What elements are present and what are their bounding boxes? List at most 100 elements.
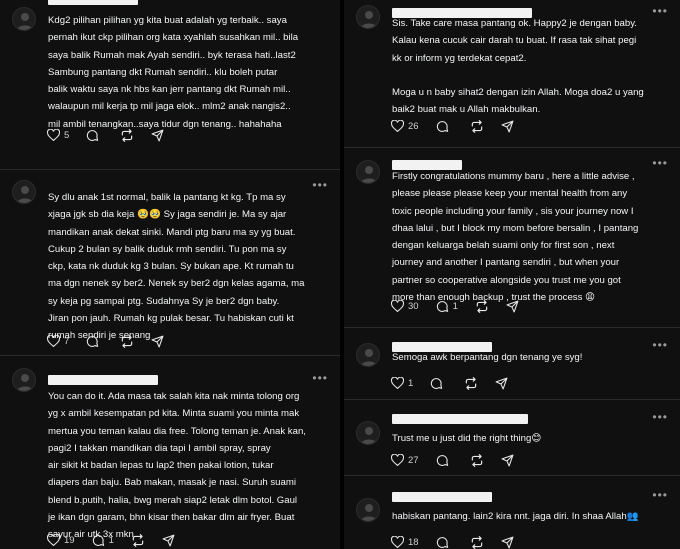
action-bar: 30 1	[391, 298, 536, 314]
reply-count: 1	[452, 300, 458, 312]
reply-post-4: ••• Sis. Take care masa pantang ok. Happ…	[344, 0, 680, 148]
reply-button[interactable]	[436, 120, 453, 133]
send-icon	[151, 335, 164, 347]
like-count: 7	[64, 335, 70, 347]
comment-icon	[436, 120, 448, 132]
avatar[interactable]	[356, 5, 380, 29]
share-button[interactable]	[506, 300, 519, 313]
repost-button[interactable]	[131, 533, 145, 547]
share-button[interactable]	[162, 534, 175, 547]
send-icon	[151, 129, 164, 141]
more-options-button[interactable]: •••	[652, 489, 668, 501]
reply-post-3: ••• You can do it. Ada masa tak salah ki…	[0, 356, 340, 549]
repost-button[interactable]	[464, 376, 478, 390]
share-button[interactable]	[495, 377, 508, 390]
post-text: Sis. Take care masa pantang ok. Happy2 j…	[392, 18, 644, 116]
user-placeholder-icon	[17, 186, 33, 203]
like-count: 30	[408, 300, 419, 312]
like-count: 19	[64, 534, 75, 546]
comment-icon	[431, 377, 443, 389]
avatar[interactable]	[356, 421, 380, 445]
reply-post-1: ••• Kdg2 pilihan pilihan yg kita buat ad…	[0, 0, 340, 170]
more-options-button[interactable]: •••	[312, 372, 328, 384]
like-count: 27	[408, 454, 419, 466]
like-button[interactable]: 7	[47, 335, 69, 347]
reply-count: 1	[108, 534, 114, 546]
user-placeholder-icon	[361, 504, 377, 521]
like-button[interactable]: 26	[391, 120, 419, 132]
repost-icon	[466, 376, 477, 390]
like-button[interactable]: 27	[391, 454, 419, 466]
comment-icon	[87, 129, 99, 141]
like-button[interactable]: 30	[391, 300, 419, 312]
action-bar: 7	[47, 333, 181, 349]
repost-icon	[471, 453, 482, 467]
repost-icon	[122, 334, 133, 348]
username-redacted[interactable]	[48, 375, 158, 385]
avatar[interactable]	[12, 180, 36, 204]
username-redacted[interactable]	[392, 492, 492, 502]
share-button[interactable]	[501, 536, 514, 549]
user-placeholder-icon	[361, 166, 377, 183]
send-icon	[501, 120, 514, 132]
comment-icon	[436, 454, 448, 466]
user-placeholder-icon	[361, 349, 377, 366]
heart-icon	[391, 300, 404, 312]
repost-icon	[471, 119, 482, 133]
share-button[interactable]	[151, 335, 164, 348]
avatar[interactable]	[12, 7, 36, 31]
send-icon	[501, 536, 514, 548]
heart-icon	[391, 377, 404, 389]
reply-post-2: ••• Sy dlu anak 1st normal, balik la pan…	[0, 170, 340, 356]
repost-button[interactable]	[470, 453, 484, 467]
repost-icon	[132, 533, 144, 547]
like-count: 5	[64, 129, 70, 141]
reply-button[interactable]	[436, 454, 453, 467]
more-options-button[interactable]: •••	[312, 0, 328, 4]
repost-button[interactable]	[475, 299, 489, 313]
reply-button[interactable]	[436, 536, 453, 549]
repost-button[interactable]	[470, 119, 484, 133]
heart-icon	[47, 129, 60, 141]
post-text: habiskan pantang. lain2 kira nnt. jaga d…	[392, 511, 639, 522]
avatar[interactable]	[12, 368, 36, 392]
username-redacted[interactable]	[48, 0, 138, 5]
share-button[interactable]	[151, 129, 164, 142]
repost-button[interactable]	[470, 535, 484, 549]
reply-button[interactable]	[86, 335, 103, 348]
reply-button[interactable]: 1	[436, 300, 458, 313]
reply-button[interactable]	[86, 129, 103, 142]
send-icon	[495, 377, 508, 389]
heart-icon	[391, 536, 404, 548]
like-count: 26	[408, 120, 419, 132]
send-icon	[162, 534, 175, 546]
heart-icon	[47, 534, 60, 546]
avatar[interactable]	[356, 498, 380, 522]
comment-icon	[87, 335, 99, 347]
post-text: Semoga awk berpantang dgn tenang ye syg!	[392, 352, 583, 363]
repost-button[interactable]	[120, 128, 134, 142]
more-options-button[interactable]: •••	[652, 157, 668, 169]
send-icon	[501, 454, 514, 466]
like-button[interactable]: 18	[391, 536, 419, 548]
like-button[interactable]: 1	[391, 377, 413, 389]
user-placeholder-icon	[361, 427, 377, 444]
username-redacted[interactable]	[392, 414, 528, 424]
send-icon	[506, 300, 519, 312]
like-button[interactable]: 19	[47, 534, 75, 546]
user-placeholder-icon	[17, 374, 33, 391]
action-bar: 5	[47, 127, 181, 143]
share-button[interactable]	[501, 454, 514, 467]
post-text: Trust me u just did the right thing😊	[392, 433, 542, 444]
reply-button[interactable]: 1	[92, 534, 114, 547]
heart-icon	[47, 335, 60, 347]
more-options-button[interactable]: •••	[652, 411, 668, 423]
reply-post-8: ••• habiskan pantang. lain2 kira nnt. ja…	[344, 476, 680, 549]
avatar[interactable]	[356, 343, 380, 367]
avatar[interactable]	[356, 160, 380, 184]
share-button[interactable]	[501, 120, 514, 133]
reply-button[interactable]	[430, 377, 447, 390]
action-bar: 26	[391, 118, 531, 134]
like-button[interactable]: 5	[47, 129, 69, 141]
repost-button[interactable]	[120, 334, 134, 348]
